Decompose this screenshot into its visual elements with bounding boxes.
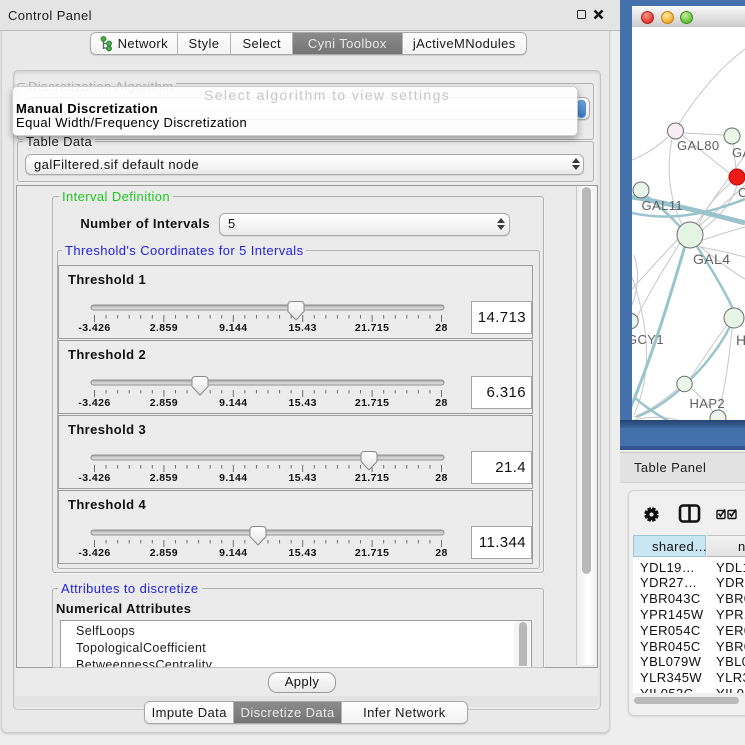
svg-text:9.144: 9.144 <box>219 472 247 484</box>
svg-text:GA: GA <box>732 145 745 160</box>
svg-text:2.859: 2.859 <box>150 472 178 484</box>
svg-text:GCY1: GCY1 <box>632 332 664 347</box>
svg-text:15.43: 15.43 <box>289 472 317 484</box>
svg-text:GAL11: GAL11 <box>642 198 684 213</box>
svg-text:15.43: 15.43 <box>289 322 317 334</box>
svg-text:HAP2: HAP2 <box>690 396 726 411</box>
svg-text:C: C <box>738 185 745 200</box>
svg-text:28: 28 <box>435 547 447 559</box>
svg-text:15.43: 15.43 <box>289 547 317 559</box>
svg-text:-3.426: -3.426 <box>78 547 110 559</box>
svg-text:9.144: 9.144 <box>219 322 247 334</box>
svg-text:9.144: 9.144 <box>219 547 247 559</box>
svg-text:H: H <box>736 332 745 348</box>
svg-text:21.715: 21.715 <box>355 397 390 409</box>
svg-text:GAL80: GAL80 <box>677 138 719 153</box>
svg-text:21.715: 21.715 <box>355 472 390 484</box>
svg-text:-3.426: -3.426 <box>78 472 110 484</box>
svg-text:-3.426: -3.426 <box>78 397 110 409</box>
svg-text:21.715: 21.715 <box>355 547 390 559</box>
svg-text:15.43: 15.43 <box>289 397 317 409</box>
svg-text:28: 28 <box>435 397 447 409</box>
svg-text:21.715: 21.715 <box>355 322 390 334</box>
svg-text:2.859: 2.859 <box>150 322 178 334</box>
svg-text:2.859: 2.859 <box>150 397 178 409</box>
svg-text:-3.426: -3.426 <box>78 322 110 334</box>
svg-text:GAL4: GAL4 <box>693 251 730 267</box>
svg-text:9.144: 9.144 <box>219 397 247 409</box>
svg-text:28: 28 <box>435 472 447 484</box>
svg-text:28: 28 <box>435 322 447 334</box>
svg-text:2.859: 2.859 <box>150 547 178 559</box>
